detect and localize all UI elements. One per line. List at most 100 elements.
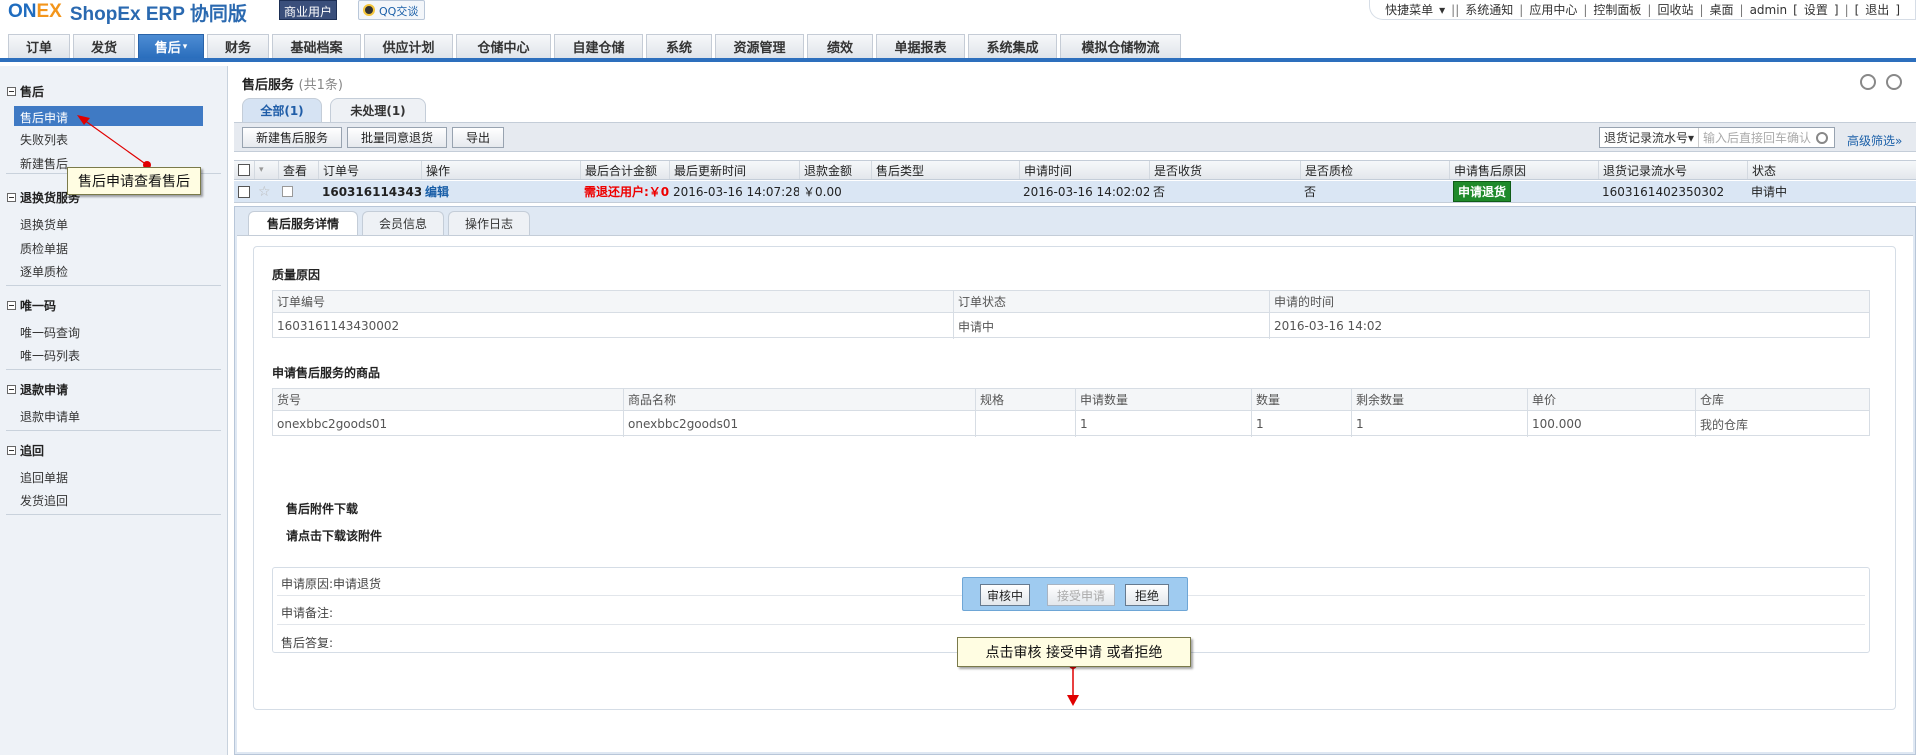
col-op: 操作 bbox=[421, 161, 580, 179]
business-user-badge: 商业用户 bbox=[279, 0, 338, 20]
sidebar-group-unique-code[interactable]: 唯一码 bbox=[7, 297, 56, 314]
td-unit-price: 100.000 bbox=[1527, 411, 1695, 437]
collapse-icon bbox=[7, 385, 16, 394]
th-apply-time: 申请的时间 bbox=[1269, 291, 1871, 312]
quality-title: 质量原因 bbox=[272, 268, 321, 282]
sidebar-item-recover-docs[interactable]: 追回单据 bbox=[20, 469, 68, 486]
nav-tab-integration[interactable]: 系统集成 bbox=[968, 34, 1057, 58]
sidebar-item-qc-docs[interactable]: 质检单据 bbox=[20, 240, 68, 257]
td-order-status: 申请中 bbox=[953, 313, 1269, 339]
nav-tab-shipping[interactable]: 发货 bbox=[73, 34, 135, 58]
quick-link-recycle[interactable]: 回收站 bbox=[1657, 1, 1693, 18]
sidebar-item-qc-per-order[interactable]: 逐单质检 bbox=[20, 263, 68, 280]
col-type[interactable]: 售后类型 bbox=[871, 161, 1019, 179]
review-button[interactable]: 审核中 bbox=[980, 584, 1030, 606]
sidebar-callout: 售后申请查看售后 bbox=[67, 167, 201, 195]
new-after-sales-button[interactable]: 新建售后服务 bbox=[242, 127, 342, 148]
quick-links: 快捷菜单 ▾ || 系统通知 | 应用中心 | 控制面板 | 回收站 | 桌面 | admin… bbox=[1369, 0, 1916, 20]
row-checkbox[interactable] bbox=[238, 185, 250, 198]
tab-member-info[interactable]: 会员信息 bbox=[362, 211, 444, 235]
tab-all[interactable]: 全部(1) bbox=[242, 98, 322, 122]
qq-chat-button[interactable]: QQ交谈 bbox=[358, 0, 426, 20]
nav-tab-after-sales[interactable]: 售后 ▾ bbox=[138, 34, 204, 58]
tab-detail[interactable]: 售后服务详情 bbox=[248, 211, 358, 235]
detail-panel: 售后服务详情 会员信息 操作日志 质量原因 订单编号 订单状态 申请的时间 16… bbox=[234, 206, 1916, 755]
nav-tab-reports[interactable]: 单据报表 bbox=[876, 34, 965, 58]
export-button[interactable]: 导出 bbox=[452, 127, 504, 148]
col-updated[interactable]: 最后更新时间 bbox=[669, 161, 799, 179]
sidebar-group-after-sales[interactable]: 售后 bbox=[7, 83, 44, 100]
accept-button[interactable]: 接受申请 bbox=[1047, 584, 1115, 606]
nav-tab-base-archive[interactable]: 基础档案 bbox=[272, 34, 361, 58]
col-serial[interactable]: 退货记录流水号 bbox=[1598, 161, 1747, 179]
col-amount[interactable]: 最后合计金额 bbox=[580, 161, 669, 179]
sort-icon: ▾ bbox=[259, 165, 264, 175]
sidebar-group-recover[interactable]: 追回 bbox=[7, 442, 44, 459]
expand-toggle-icon[interactable] bbox=[282, 186, 293, 197]
nav-tab-order[interactable]: 订单 bbox=[8, 34, 70, 58]
cell-type bbox=[871, 181, 1019, 202]
nav-tab-supply-plan[interactable]: 供应计划 bbox=[364, 34, 453, 58]
search-icon[interactable] bbox=[1816, 131, 1828, 144]
search-input[interactable]: 输入后直接回车确认 bbox=[1699, 129, 1816, 146]
nav-tab-mock-logistics[interactable]: 模拟仓储物流 bbox=[1060, 34, 1181, 58]
nav-tab-system[interactable]: 系统 bbox=[646, 34, 712, 58]
reject-button[interactable]: 拒绝 bbox=[1125, 584, 1169, 606]
chevron-down-icon: ▾ bbox=[182, 41, 188, 52]
col-order-no[interactable]: 订单号 bbox=[318, 161, 421, 179]
col-checked[interactable]: 是否质检 bbox=[1300, 161, 1449, 179]
table-row[interactable]: ☆ 1603161143430002 编辑 需退还用户:￥0 2016-03-1… bbox=[234, 181, 1916, 203]
quick-link-control-panel[interactable]: 控制面板 bbox=[1593, 1, 1641, 18]
select-all-checkbox[interactable] bbox=[238, 164, 250, 176]
td-apply-qty: 1 bbox=[1075, 411, 1251, 437]
col-status[interactable]: 状态 bbox=[1747, 161, 1916, 179]
sidebar-item-new-after-sales[interactable]: 新建售后 bbox=[20, 155, 68, 172]
chevron-down-icon: ▾ bbox=[1439, 2, 1446, 17]
td-warehouse: 我的仓库 bbox=[1695, 411, 1871, 437]
td-goods-name: onexbbc2goods01 bbox=[623, 411, 975, 437]
tab-operation-log[interactable]: 操作日志 bbox=[448, 211, 530, 235]
search-field-select[interactable]: 退货记录流水号 ▾ bbox=[1600, 128, 1700, 147]
status-badge: 申请退货 bbox=[1453, 181, 1512, 202]
tab-unprocessed[interactable]: 未处理(1) bbox=[330, 98, 426, 122]
sidebar-item-failed-list[interactable]: 失败列表 bbox=[20, 131, 68, 148]
td-sku: onexbbc2goods01 bbox=[277, 417, 388, 431]
advanced-filter-link[interactable]: 高级筛选» bbox=[1847, 132, 1902, 149]
quick-link-app-center[interactable]: 应用中心 bbox=[1529, 1, 1577, 18]
logout-link[interactable]: 退出 bbox=[1865, 1, 1889, 18]
search-box[interactable]: 退货记录流水号 ▾ 输入后直接回车确认 bbox=[1599, 127, 1835, 148]
star-icon[interactable]: ☆ bbox=[258, 184, 271, 200]
chevron-down-icon: ▾ bbox=[1688, 130, 1695, 145]
nav-tab-warehouse-center[interactable]: 仓储中心 bbox=[456, 34, 551, 58]
col-reason[interactable]: 申请售后原因 bbox=[1449, 161, 1598, 179]
td-apply-time: 2016-03-16 14:02 bbox=[1269, 313, 1871, 339]
nav-tab-performance[interactable]: 绩效 bbox=[807, 34, 873, 58]
sidebar-item-return-orders[interactable]: 退换货单 bbox=[20, 216, 68, 233]
gear-icon[interactable] bbox=[1886, 74, 1902, 90]
th-spec: 规格 bbox=[975, 389, 1075, 410]
sidebar-item-refund-list[interactable]: 退款申请单 bbox=[20, 408, 80, 425]
collapse-icon bbox=[7, 87, 16, 96]
col-apply-time[interactable]: 申请时间 bbox=[1019, 161, 1149, 179]
cell-order-no: 1603161143430002 bbox=[322, 184, 421, 199]
quick-menu[interactable]: 快捷菜单 bbox=[1385, 1, 1433, 18]
action-callout: 点击审核 接受申请 或者拒绝 bbox=[957, 637, 1191, 667]
nav-tab-resource[interactable]: 资源管理 bbox=[715, 34, 804, 58]
col-refund[interactable]: 退款金额 bbox=[799, 161, 871, 179]
nav-tab-self-warehouse[interactable]: 自建仓储 bbox=[554, 34, 643, 58]
quick-link-desktop[interactable]: 桌面 bbox=[1710, 1, 1734, 18]
sidebar-item-unique-list[interactable]: 唯一码列表 bbox=[20, 347, 80, 364]
quick-link-notice[interactable]: 系统通知 bbox=[1465, 1, 1513, 18]
batch-approve-return-button[interactable]: 批量同意退货 bbox=[347, 127, 447, 148]
sidebar-group-refund[interactable]: 退款申请 bbox=[7, 381, 68, 398]
edit-link[interactable]: 编辑 bbox=[425, 183, 449, 200]
sidebar-item-unique-query[interactable]: 唯一码查询 bbox=[20, 324, 80, 341]
settings-link[interactable]: 设置 bbox=[1804, 1, 1828, 18]
attachment-download-link[interactable]: 请点击下载该附件 bbox=[286, 527, 382, 544]
th-warehouse: 仓库 bbox=[1695, 389, 1871, 410]
sidebar-item-ship-recover[interactable]: 发货追回 bbox=[20, 492, 68, 509]
refresh-icon[interactable] bbox=[1860, 74, 1876, 90]
nav-tab-finance[interactable]: 财务 bbox=[207, 34, 269, 58]
sidebar-item-after-sales-apply[interactable]: 售后申请 bbox=[14, 106, 203, 126]
col-received[interactable]: 是否收货 bbox=[1149, 161, 1300, 179]
